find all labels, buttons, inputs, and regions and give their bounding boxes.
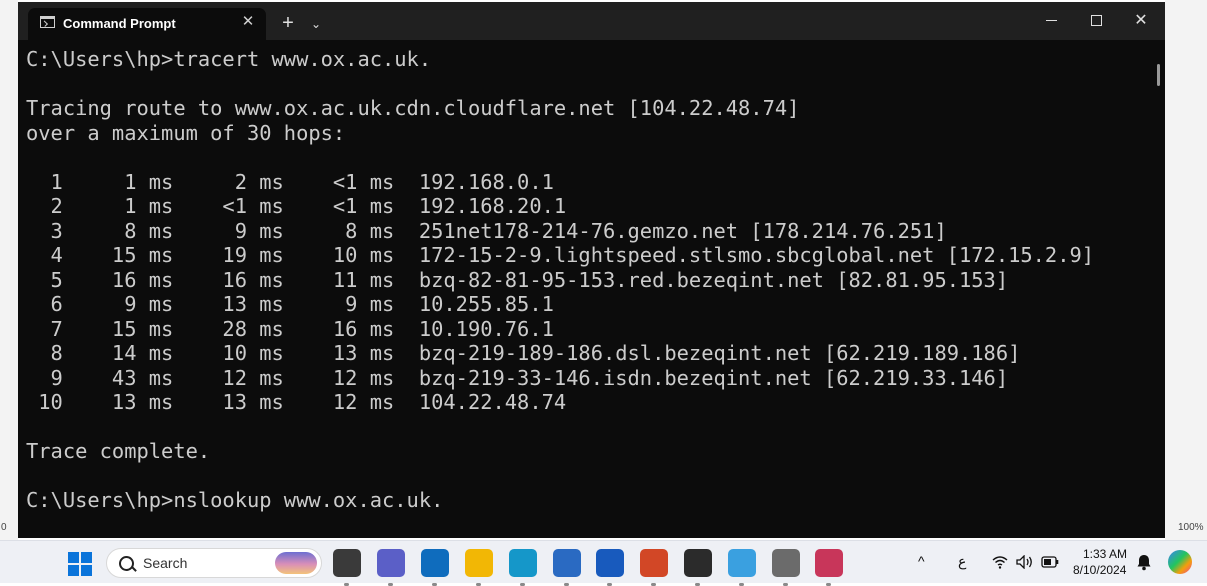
scrollbar-thumb[interactable]: [1157, 64, 1160, 86]
console-line: 6 9 ms 13 ms 9 ms 10.255.85.1: [26, 292, 554, 316]
volume-icon[interactable]: [1016, 555, 1034, 569]
close-button[interactable]: ✕: [1118, 6, 1164, 36]
battery-icon[interactable]: [1041, 556, 1059, 568]
minimize-button[interactable]: [1028, 6, 1074, 36]
close-tab-icon[interactable]: ✕: [238, 12, 258, 32]
tab-title: Command Prompt: [63, 16, 176, 31]
background-window-right: [1165, 0, 1207, 540]
console-line: Trace complete.: [26, 439, 211, 463]
windows-logo-icon: [81, 565, 92, 576]
taskbar-app-edge-icon[interactable]: [509, 549, 537, 586]
search-icon: [119, 556, 134, 571]
taskbar-app-terminal-icon[interactable]: [684, 549, 712, 586]
console-line: 9 43 ms 12 ms 12 ms bzq-219-33-146.isdn.…: [26, 365, 1009, 390]
console-line: 1 1 ms 2 ms <1 ms 192.168.0.1: [26, 169, 554, 194]
console-line: 8 14 ms 10 ms 13 ms bzq-219-189-186.dsl.…: [26, 341, 1021, 365]
terminal-window[interactable]: Command Prompt ✕ + ⌄ ✕ C:\Users\hp>trace…: [18, 2, 1165, 538]
show-hidden-icons-chevron-icon[interactable]: ^: [918, 553, 925, 569]
background-page-number: 0: [1, 522, 7, 533]
console-line: 7 15 ms 28 ms 16 ms 10.190.76.1: [26, 316, 554, 341]
console-output[interactable]: C:\Users\hp>tracert www.ox.ac.uk. Tracing…: [26, 47, 1146, 537]
taskbar-app-control-panel-icon[interactable]: [728, 549, 756, 586]
taskbar-app-word-icon[interactable]: [596, 549, 624, 586]
taskbar-app-task-view-icon[interactable]: [333, 549, 361, 586]
console-line: Tracing route to www.ox.ac.uk.cdn.cloudf…: [26, 96, 800, 120]
taskbar-app-file-explorer-icon[interactable]: [465, 549, 493, 586]
command-prompt-icon: [40, 16, 55, 28]
taskbar-app-snipping-tool-icon[interactable]: [815, 549, 843, 586]
title-bar[interactable]: Command Prompt ✕ + ⌄ ✕: [18, 2, 1165, 40]
input-language-indicator[interactable]: ع: [958, 553, 966, 570]
taskbar-search-box[interactable]: Search: [106, 548, 322, 578]
console-line: 4 15 ms 19 ms 10 ms 172-15-2-9.lightspee…: [26, 243, 1095, 267]
clock-date[interactable]: 8/10/2024: [1073, 563, 1126, 577]
copilot-icon[interactable]: [1168, 550, 1192, 574]
background-window-left: [0, 0, 18, 540]
maximize-icon: [1090, 15, 1102, 27]
console-line: C:\Users\hp>tracert www.ox.ac.uk.: [26, 47, 432, 71]
minimize-icon: [1045, 20, 1057, 22]
taskbar: Search ^ ع 1:33 AM 8/10/2024: [0, 540, 1207, 586]
search-highlight-image: [275, 552, 317, 574]
windows-logo-icon: [68, 552, 79, 563]
taskbar-app-powerpoint-icon[interactable]: [640, 549, 668, 586]
windows-logo-icon: [81, 552, 92, 563]
console-line: C:\Users\hp>nslookup www.ox.ac.uk.: [26, 488, 444, 512]
console-line: 10 13 ms 13 ms 12 ms 104.22.48.74: [26, 390, 567, 414]
taskbar-app-mail-icon[interactable]: [421, 549, 449, 586]
tab-command-prompt[interactable]: Command Prompt ✕: [28, 8, 266, 40]
clock-time[interactable]: 1:33 AM: [1083, 547, 1127, 561]
notification-bell-icon[interactable]: [1136, 554, 1152, 571]
maximize-button[interactable]: [1073, 6, 1119, 36]
wifi-icon[interactable]: [992, 555, 1008, 569]
new-tab-button[interactable]: +: [276, 12, 300, 36]
background-zoom-level: 100%: [1178, 522, 1204, 533]
search-label: Search: [143, 555, 188, 571]
console-line: over a maximum of 30 hops:: [26, 120, 346, 145]
tab-dropdown-button[interactable]: ⌄: [306, 12, 326, 36]
taskbar-app-settings-icon[interactable]: [772, 549, 800, 586]
console-line: 3 8 ms 9 ms 8 ms 251net178-214-76.gemzo.…: [26, 218, 947, 243]
taskbar-app-microsoft-store-icon[interactable]: [553, 549, 581, 586]
taskbar-app-teams-icon[interactable]: [377, 549, 405, 586]
console-line: 5 16 ms 16 ms 11 ms bzq-82-81-95-153.red…: [26, 267, 1009, 292]
windows-logo-icon: [68, 565, 79, 576]
console-line: 2 1 ms <1 ms <1 ms 192.168.20.1: [26, 194, 567, 218]
start-button[interactable]: [68, 552, 92, 576]
